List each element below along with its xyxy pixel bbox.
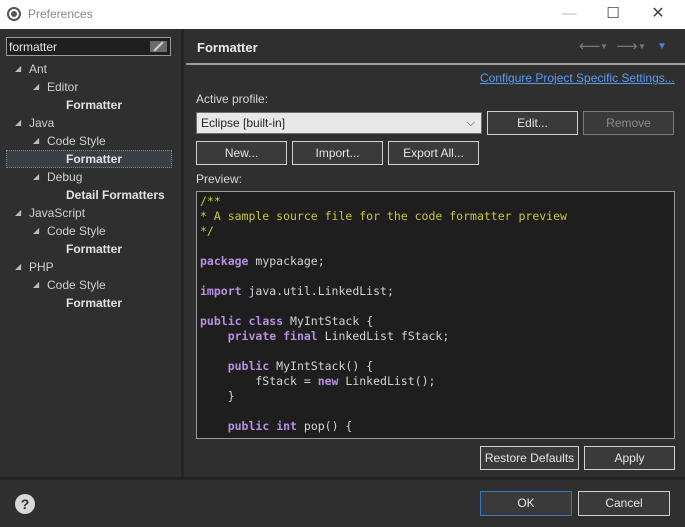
tree-item[interactable]: ◢ Ant xyxy=(15,60,48,78)
arrow-right-icon[interactable]: ⟶ xyxy=(616,37,638,55)
title-bar: Preferences — ☐ ✕ xyxy=(0,0,685,29)
configure-project-link[interactable]: Configure Project Specific Settings... xyxy=(480,71,675,85)
tree-item-label: Code Style xyxy=(47,278,106,292)
expand-twistie-icon[interactable]: ◢ xyxy=(33,222,43,240)
expand-twistie-icon[interactable]: ◢ xyxy=(15,258,25,276)
tree-item[interactable]: Formatter xyxy=(66,240,122,258)
tree-item-label: Debug xyxy=(47,170,83,184)
tree-item-label: Code Style xyxy=(47,134,106,148)
arrow-left-icon[interactable]: ⟵ xyxy=(579,37,601,55)
preview-code: /** * A sample source file for the code f… xyxy=(200,194,567,434)
panel-divider[interactable] xyxy=(181,29,184,477)
footer-divider xyxy=(0,477,685,480)
code-line: public int pop() { xyxy=(227,419,353,433)
tree-item[interactable]: ◢ JavaScript xyxy=(15,204,86,222)
tree-item[interactable]: Formatter xyxy=(66,294,122,312)
cancel-button[interactable]: Cancel xyxy=(578,491,670,516)
tree-item[interactable]: ◢ Java xyxy=(15,114,55,132)
new-button[interactable]: New... xyxy=(196,141,287,165)
preference-tree: ◢ Ant ◢ Editor Formatter ◢ Java ◢ Code Style Form… xyxy=(0,59,178,477)
tree-item[interactable]: ◢ Code Style xyxy=(33,222,106,240)
expand-twistie-icon[interactable]: ◢ xyxy=(15,204,25,222)
export-all-button[interactable]: Export All... xyxy=(388,141,479,165)
chevron-down-icon[interactable]: ▼ xyxy=(638,42,646,51)
tree-item-label: Formatter xyxy=(66,296,123,310)
chevron-down-icon[interactable]: ▼ xyxy=(600,42,608,51)
window-title: Preferences xyxy=(28,7,93,21)
remove-button[interactable]: Remove xyxy=(583,111,674,135)
expand-twistie-icon[interactable]: ◢ xyxy=(33,276,43,294)
tree-item[interactable]: Formatter xyxy=(66,150,122,168)
code-line: public MyIntStack() { xyxy=(227,359,374,373)
filter-input[interactable] xyxy=(9,38,149,55)
tree-item[interactable]: ◢ Debug xyxy=(33,168,83,186)
code-line: public class MyIntStack { xyxy=(200,314,374,328)
view-menu-icon[interactable]: ▼ xyxy=(657,41,667,52)
preview-pane[interactable]: /** * A sample source file for the code f… xyxy=(196,191,675,439)
tree-item-label: Formatter xyxy=(66,152,123,166)
filter-field[interactable] xyxy=(6,37,171,56)
chevron-down-icon: ⌵ xyxy=(466,117,475,129)
code-line: package mypackage; xyxy=(200,254,325,268)
restore-defaults-button[interactable]: Restore Defaults xyxy=(480,446,579,470)
code-line: private final LinkedList fStack; xyxy=(227,329,450,343)
tree-item-label: JavaScript xyxy=(29,206,86,220)
tree-item[interactable]: ◢ Editor xyxy=(33,78,79,96)
expand-twistie-icon[interactable]: ◢ xyxy=(15,114,25,132)
tree-item[interactable]: Formatter xyxy=(66,96,122,114)
code-line: /** xyxy=(200,194,221,208)
edit-button[interactable]: Edit... xyxy=(487,111,578,135)
code-line: * A sample source file for the code form… xyxy=(200,209,567,223)
help-icon[interactable]: ? xyxy=(15,494,35,514)
formatter-page: Configure Project Specific Settings... A… xyxy=(186,67,685,477)
eclipse-icon xyxy=(7,7,21,21)
page-header: Formatter ⟵ ▼ ⟶ ▼ ▼ xyxy=(186,29,685,65)
tree-item-label: PHP xyxy=(29,260,54,274)
tree-item-label: Ant xyxy=(29,62,48,76)
code-line: */ xyxy=(200,224,214,238)
tree-item-label: Formatter xyxy=(66,242,123,256)
tree-item-label: Detail Formatters xyxy=(66,188,165,202)
expand-twistie-icon[interactable]: ◢ xyxy=(33,78,43,96)
minimize-button[interactable]: — xyxy=(554,4,584,24)
tree-item-label: Editor xyxy=(47,80,79,94)
profile-select[interactable]: Eclipse [built-in] ⌵ xyxy=(196,112,482,134)
tree-item-label: Code Style xyxy=(47,224,106,238)
code-line: } xyxy=(200,389,235,403)
clear-filter-icon[interactable] xyxy=(150,39,168,53)
code-line: fStack = new LinkedList(); xyxy=(200,374,436,388)
maximize-button[interactable]: ☐ xyxy=(598,4,628,24)
tree-item-label: Java xyxy=(29,116,55,130)
tree-item-label: Formatter xyxy=(66,98,123,112)
tree-item[interactable]: ◢ Code Style xyxy=(33,276,106,294)
expand-twistie-icon[interactable]: ◢ xyxy=(33,132,43,150)
tree-item[interactable]: ◢ Code Style xyxy=(33,132,106,150)
code-line: import java.util.LinkedList; xyxy=(200,284,394,298)
expand-twistie-icon[interactable]: ◢ xyxy=(33,168,43,186)
ok-button[interactable]: OK xyxy=(480,491,572,516)
active-profile-label: Active profile: xyxy=(196,92,269,106)
close-button[interactable]: ✕ xyxy=(643,4,673,24)
preview-label: Preview: xyxy=(196,172,243,186)
import-button[interactable]: Import... xyxy=(292,141,383,165)
expand-twistie-icon[interactable]: ◢ xyxy=(15,60,25,78)
page-title: Formatter xyxy=(197,40,258,55)
apply-button[interactable]: Apply xyxy=(584,446,675,470)
tree-item[interactable]: Detail Formatters xyxy=(66,186,165,204)
profile-select-value: Eclipse [built-in] xyxy=(201,116,286,130)
tree-item[interactable]: ◢ PHP xyxy=(15,258,54,276)
